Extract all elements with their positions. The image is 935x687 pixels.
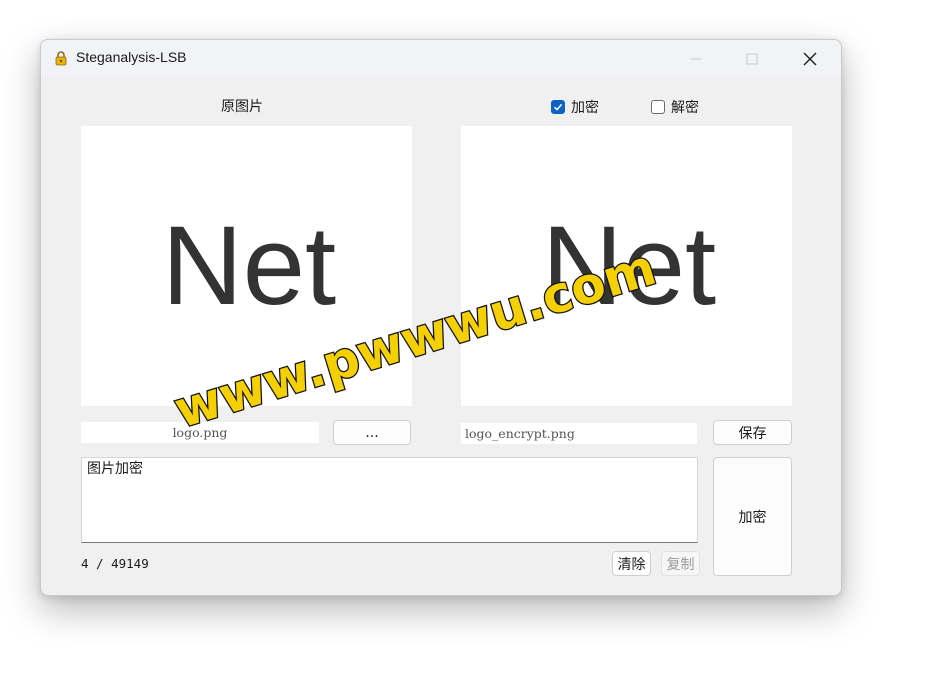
encrypted-image-text: Net [542, 203, 716, 328]
maximize-button[interactable] [729, 40, 775, 77]
message-textarea[interactable]: 图片加密 [81, 457, 698, 543]
original-image-canvas: Net [162, 203, 336, 328]
decrypt-checkbox-box[interactable] [651, 100, 665, 114]
clear-button[interactable]: 清除 [612, 551, 651, 576]
minimize-icon [691, 58, 701, 59]
title-bar[interactable]: Steganalysis-LSB [41, 40, 841, 77]
encrypt-checkbox-box[interactable] [551, 100, 565, 114]
encrypted-image-preview: Net [461, 126, 792, 406]
copy-button: 复制 [661, 551, 700, 576]
original-image-text: Net [162, 203, 336, 328]
minimize-button[interactable] [673, 40, 719, 77]
browse-button[interactable]: ... [333, 420, 411, 445]
app-window: Steganalysis-LSB 原图片 加密 解密 Net Net logo.… [40, 39, 842, 596]
decrypt-checkbox[interactable]: 解密 [651, 97, 699, 117]
check-icon [553, 103, 563, 111]
close-button[interactable] [787, 40, 833, 77]
source-file-input[interactable]: logo.png [81, 422, 319, 443]
lock-icon [55, 51, 67, 66]
maximize-icon [746, 53, 758, 64]
encrypt-button[interactable]: 加密 [713, 457, 792, 576]
window-title: Steganalysis-LSB [76, 49, 187, 65]
character-counter: 4 / 49149 [81, 556, 149, 571]
encrypt-checkbox-label: 加密 [571, 100, 599, 116]
decrypt-checkbox-label: 解密 [671, 100, 699, 116]
original-image-preview: Net [81, 126, 412, 406]
output-file-input[interactable]: logo_encrypt.png [461, 423, 697, 444]
close-icon [803, 52, 817, 65]
encrypt-checkbox[interactable]: 加密 [551, 97, 599, 117]
save-button[interactable]: 保存 [713, 420, 792, 445]
encrypted-image-canvas: Net [542, 203, 716, 328]
original-image-label: 原图片 [221, 99, 263, 115]
